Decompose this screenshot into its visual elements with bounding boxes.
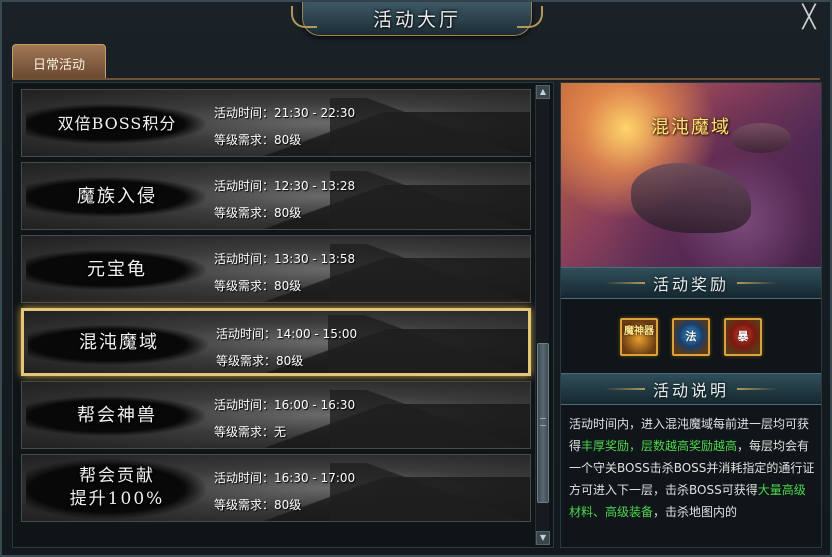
- banner-title: 混沌魔域: [651, 117, 731, 138]
- activity-time: 活动时间：16:00 - 16:30: [214, 398, 356, 412]
- red-orb-icon[interactable]: 暴: [724, 318, 762, 356]
- close-icon: ╳: [802, 5, 816, 30]
- activity-info: 活动时间：13:30 - 13:58 等级需求：80级: [214, 250, 356, 302]
- rewards-header-text: 活动奖励: [652, 275, 729, 294]
- reward-list: 魔神器 法 暴: [561, 307, 821, 367]
- grip-icon: [540, 418, 546, 426]
- activity-card[interactable]: 双倍BOSS积分 活动时间：21:30 - 22:30 等级需求：80级: [21, 89, 531, 157]
- activity-info: 活动时间：21:30 - 22:30 等级需求：80级: [214, 104, 356, 156]
- blue-orb-icon[interactable]: 法: [672, 318, 710, 356]
- activity-card[interactable]: 魔族入侵 活动时间：12:30 - 13:28 等级需求：80级: [21, 162, 531, 230]
- activity-info: 活动时间：16:30 - 17:00 等级需求：80级: [214, 469, 356, 521]
- description-header-text: 活动说明: [652, 381, 729, 400]
- mystic-box-icon[interactable]: 魔神器: [620, 318, 658, 356]
- activity-level: 等级需求：80级: [216, 354, 304, 368]
- activity-card[interactable]: 帮会贡献 提升100% 活动时间：16:30 - 17:00 等级需求：80级: [21, 454, 531, 522]
- tab-daily-activities[interactable]: 日常活动: [12, 44, 106, 78]
- activity-name: 帮会神兽: [77, 404, 157, 426]
- description-header: 活动说明: [561, 373, 821, 405]
- window-title: 活动大厅: [372, 9, 461, 31]
- activity-info: 活动时间：12:30 - 13:28 等级需求：80级: [214, 177, 356, 229]
- activity-level: 等级需求：80级: [214, 133, 302, 147]
- activity-info: 活动时间：14:00 - 15:00 等级需求：80级: [216, 325, 358, 373]
- activity-level: 等级需求：80级: [214, 279, 302, 293]
- title-plate: 活动大厅: [291, 2, 543, 36]
- title-ornament-left: [291, 6, 317, 28]
- activity-card-selected[interactable]: 混沌魔域 活动时间：14:00 - 15:00 等级需求：80级: [21, 308, 531, 376]
- activity-time: 活动时间：12:30 - 13:28: [214, 179, 356, 193]
- activity-time: 活动时间：16:30 - 17:00: [214, 471, 356, 485]
- arrow-up-icon: ▲: [539, 87, 547, 96]
- activity-level: 等级需求：无: [214, 425, 287, 439]
- activity-level: 等级需求：80级: [214, 498, 302, 512]
- activity-name: 混沌魔域: [79, 331, 159, 353]
- activity-banner-image: 混沌魔域: [561, 83, 821, 267]
- activity-name: 帮会贡献 提升100%: [69, 466, 165, 509]
- activity-name: 魔族入侵: [77, 185, 157, 207]
- close-button[interactable]: ╳: [798, 5, 820, 30]
- activity-hall-window: 活动大厅 ╳ 日常活动 双倍BOSS积分 活动时间：21:30 - 22:30 …: [0, 0, 832, 557]
- activity-info: 活动时间：16:00 - 16:30 等级需求：无: [214, 396, 356, 448]
- arrow-down-icon: ▼: [539, 533, 547, 542]
- activity-list-panel: 双倍BOSS积分 活动时间：21:30 - 22:30 等级需求：80级 魔族入…: [12, 82, 554, 548]
- scroll-up-button[interactable]: ▲: [536, 85, 550, 99]
- activity-card[interactable]: 元宝龟 活动时间：13:30 - 13:58 等级需求：80级: [21, 235, 531, 303]
- scroll-down-button[interactable]: ▼: [536, 531, 550, 545]
- activity-time: 活动时间：21:30 - 22:30: [214, 106, 356, 120]
- activity-name: 双倍BOSS积分: [57, 113, 177, 133]
- rewards-header: 活动奖励: [561, 267, 821, 299]
- tab-bar: 日常活动: [12, 44, 106, 78]
- title-ornament-right: [517, 6, 543, 28]
- activity-detail-panel: 混沌魔域 活动奖励 魔神器 法 暴 活动说明 活动时间内，进入混沌魔域每前进一层…: [560, 82, 822, 548]
- activity-name: 元宝龟: [87, 258, 147, 280]
- activity-time: 活动时间：13:30 - 13:58: [214, 252, 356, 266]
- activity-time: 活动时间：14:00 - 15:00: [216, 327, 358, 341]
- activity-card[interactable]: 帮会神兽 活动时间：16:00 - 16:30 等级需求：无: [21, 381, 531, 449]
- description-highlight: 丰厚奖励，层数越高奖励越高: [581, 439, 738, 453]
- activity-list-scrollbar[interactable]: ▲ ▼: [535, 85, 550, 545]
- activity-level: 等级需求：80级: [214, 206, 302, 220]
- scroll-thumb[interactable]: [537, 343, 549, 503]
- activity-description: 活动时间内，进入混沌魔域每前进一层均可获得丰厚奖励，层数越高奖励越高，每层均会有…: [569, 417, 815, 519]
- tab-divider: [12, 78, 820, 80]
